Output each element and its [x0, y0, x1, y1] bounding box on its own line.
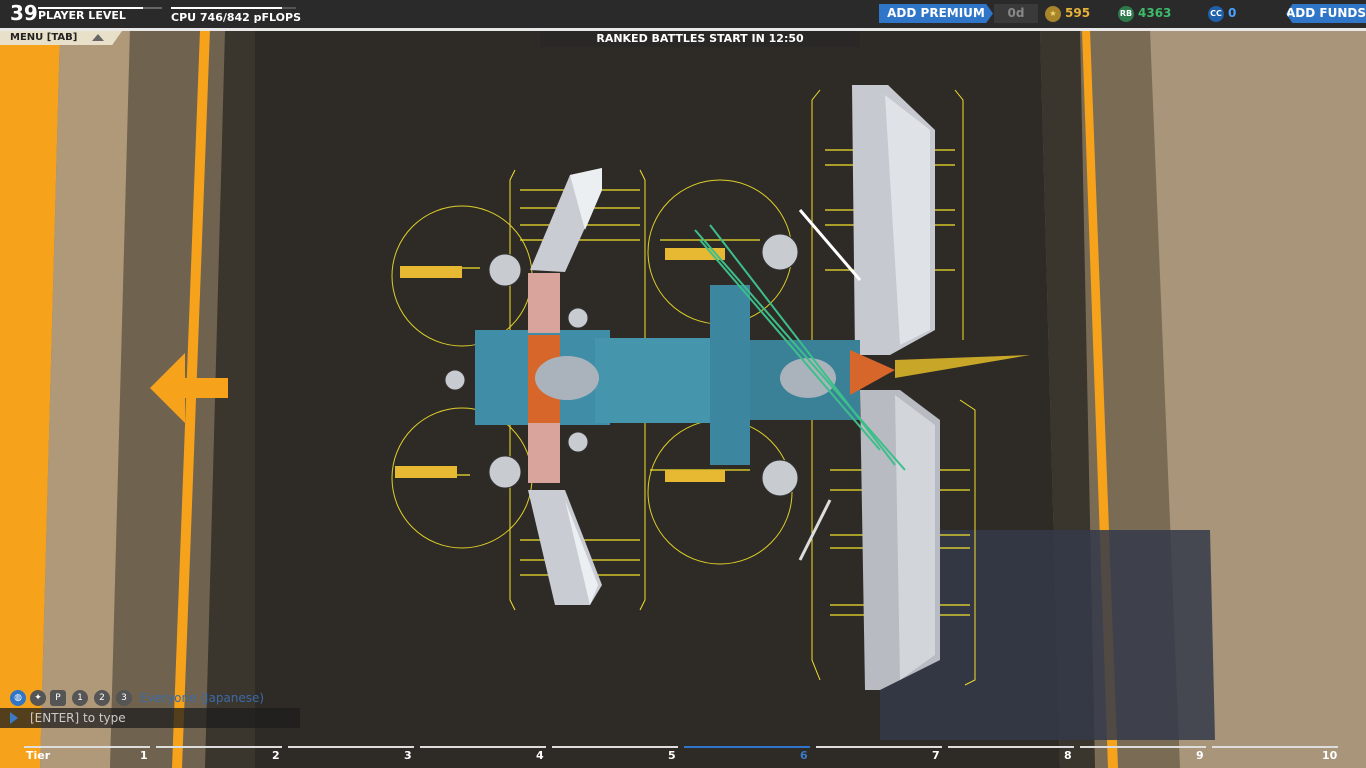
chat-input-placeholder: [ENTER] to type — [30, 711, 126, 725]
tier-label-2[interactable]: 2 — [272, 749, 280, 762]
ranked-battles-notice: RANKED BATTLES START IN 12:50 — [540, 31, 860, 47]
party-1-icon[interactable]: 1 — [72, 690, 88, 706]
cosmetic-credits-icon: CC — [1208, 5, 1224, 22]
globe-icon[interactable]: ◍ — [10, 690, 26, 706]
chat-arrow-icon — [10, 712, 18, 724]
tier-segment-6 — [684, 746, 810, 748]
tier-segment-5 — [552, 746, 678, 748]
tier-segment-9 — [1080, 746, 1206, 748]
tier-label-6[interactable]: 6 — [800, 749, 808, 762]
add-funds-button[interactable]: ADD FUNDS — [1286, 4, 1366, 23]
chat-input[interactable]: [ENTER] to type — [0, 708, 300, 728]
player-level-number: 39 — [10, 1, 38, 25]
garage-scene — [0, 0, 1366, 768]
tier-segment-1 — [24, 746, 150, 748]
party-3-icon[interactable]: 3 — [116, 690, 132, 706]
tier-segment-8 — [948, 746, 1074, 748]
tier-segment-2 — [156, 746, 282, 748]
tier-bar: Tier 1 2 3 4 5 6 7 8 9 10 — [22, 740, 1344, 768]
tier-label-10[interactable]: 10 — [1322, 749, 1337, 762]
robits-counter: RB 4363 — [1118, 5, 1172, 22]
add-premium-button[interactable]: ADD PREMIUM — [879, 4, 993, 23]
player-level-label: PLAYER LEVEL — [38, 9, 126, 22]
cpu-progress-bar — [171, 7, 296, 9]
chevron-up-icon — [92, 34, 104, 41]
tech-points-icon: ★ — [1045, 5, 1061, 22]
p-icon[interactable]: P — [50, 690, 66, 706]
chat-channel-label[interactable]: Everyone (Japanese) — [140, 691, 264, 705]
tier-label: Tier — [26, 749, 51, 762]
tier-label-3[interactable]: 3 — [404, 749, 412, 762]
tier-segment-10 — [1212, 746, 1338, 748]
tier-label-7[interactable]: 7 — [932, 749, 940, 762]
tier-label-1[interactable]: 1 — [140, 749, 148, 762]
menu-tab-button[interactable]: MENU [TAB] — [0, 31, 122, 45]
party-2-icon[interactable]: 2 — [94, 690, 110, 706]
cpu-label: CPU 746/842 pFLOPS — [171, 11, 302, 24]
tier-label-5[interactable]: 5 — [668, 749, 676, 762]
top-hud-bar: 39 PLAYER LEVEL CPU 746/842 pFLOPS ADD P… — [0, 0, 1366, 31]
tier-segment-3 — [288, 746, 414, 748]
tier-segment-4 — [420, 746, 546, 748]
robits-icon: RB — [1118, 5, 1134, 22]
cosmetic-credits-counter: CC 0 — [1208, 4, 1236, 23]
premium-days-remaining: 0d — [994, 4, 1038, 23]
tier-label-9[interactable]: 9 — [1196, 749, 1204, 762]
tier-segment-7 — [816, 746, 942, 748]
tech-points-counter: ★ 595 — [1045, 4, 1090, 23]
accessibility-icon[interactable]: ✦ — [30, 690, 46, 706]
tier-label-4[interactable]: 4 — [536, 749, 544, 762]
tier-label-8[interactable]: 8 — [1064, 749, 1072, 762]
